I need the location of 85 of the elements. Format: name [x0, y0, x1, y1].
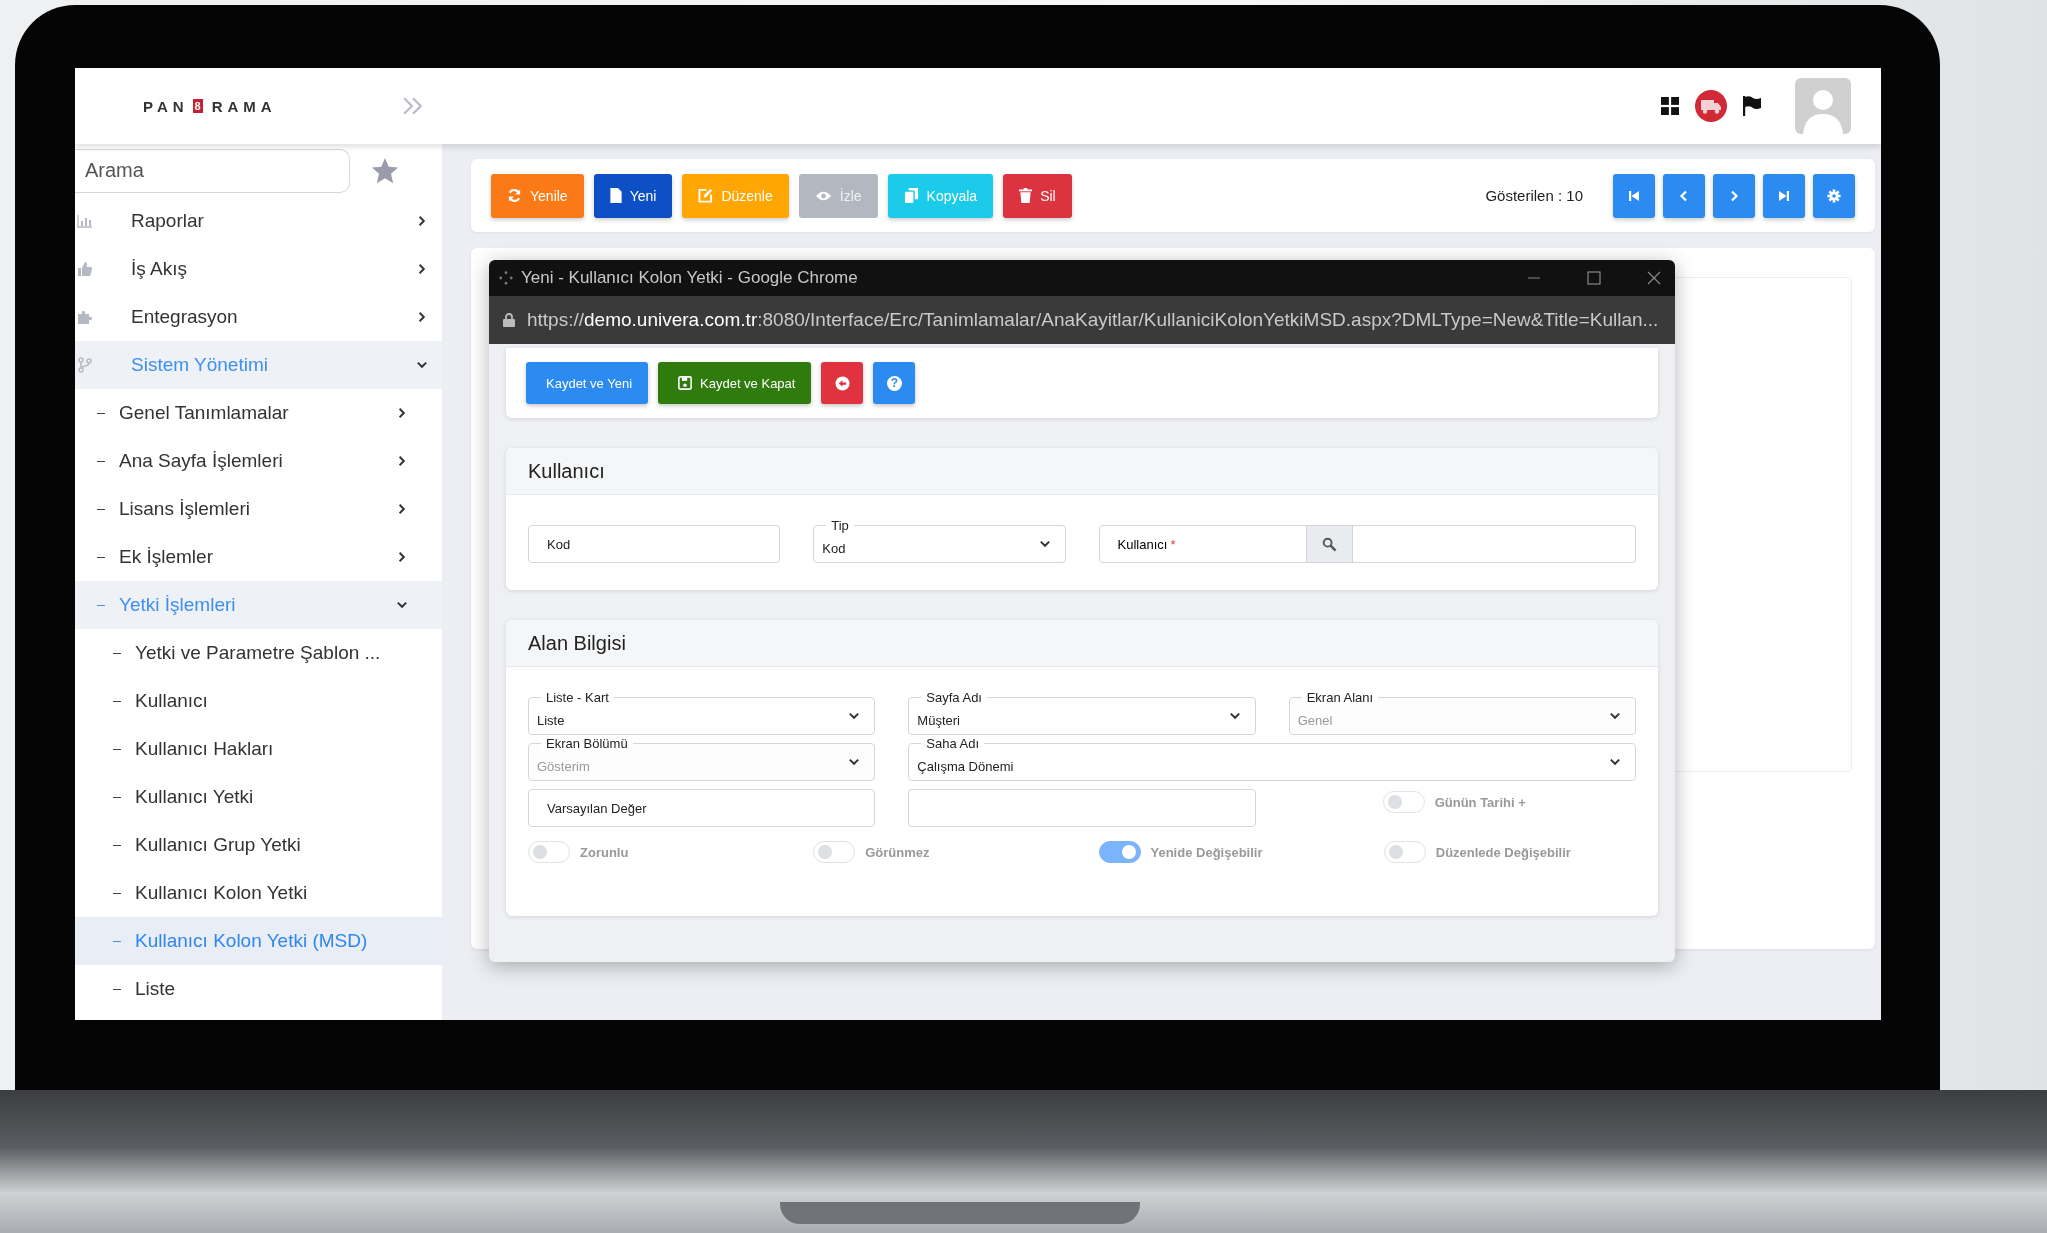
- sidebar-item[interactable]: Liste: [75, 965, 442, 1013]
- address-bar-url: https://demo.univera.com.tr:8080/Interface/Erc/Tanimlamalar/AnaKayitlar/KullaniciKolonYetkiMSD.aspx?DMLType=New&Title=Kullan...: [527, 309, 1659, 331]
- sidebar-item[interactable]: Kullanıcı Kolon Yetki: [75, 869, 442, 917]
- double-chevron-icon[interactable]: [402, 96, 424, 116]
- search-icon: [1321, 536, 1337, 552]
- search-button[interactable]: [1306, 525, 1353, 563]
- chevron-right-icon: [396, 551, 408, 563]
- sidebar-item[interactable]: Kullanıcı: [75, 677, 442, 725]
- record-count: Gösterilen : 10: [1485, 187, 1583, 204]
- chevron-right-icon: [416, 215, 428, 227]
- lock-icon: [503, 313, 515, 327]
- section-title: Kullanıcı: [528, 459, 605, 483]
- save-icon: [678, 376, 693, 390]
- sidebar-item[interactable]: Kullanıcı Hakları: [75, 725, 442, 773]
- logo-mark: 8: [192, 99, 203, 113]
- chevron-down-icon: [416, 359, 428, 371]
- chevron-right-icon: [396, 455, 408, 467]
- edit-icon: [698, 188, 714, 203]
- back-button[interactable]: [821, 362, 864, 404]
- sidebar-item[interactable]: Raporlar: [75, 197, 442, 245]
- chevron-down-icon: [396, 599, 408, 611]
- sidebar-item[interactable]: Genel Tanımlamalar: [75, 389, 442, 437]
- pager-button[interactable]: [1713, 173, 1755, 218]
- chevron-down-icon: [1038, 538, 1051, 550]
- sidebar-item[interactable]: İş Akış: [75, 245, 442, 293]
- sidebar-item[interactable]: Ana Sayfa İşlemleri: [75, 437, 442, 485]
- sidebar-item[interactable]: Yetki ve Parametre Şablon ...: [75, 629, 442, 677]
- sidebar-item[interactable]: Entegrasyon: [75, 293, 442, 341]
- flag-icon[interactable]: [1743, 96, 1761, 116]
- logo-text: PAN: [143, 97, 189, 115]
- eye-icon: [814, 189, 832, 202]
- sidebar-item[interactable]: Ek İşlemler: [75, 533, 442, 581]
- chevron-right-icon: [396, 407, 408, 419]
- settings-icon: [1827, 188, 1841, 203]
- bar-chart-icon: [77, 214, 93, 228]
- chevron-down-icon: [848, 756, 861, 768]
- sidebar-item[interactable]: Lisans İşlemleri: [75, 485, 442, 533]
- text-field[interactable]: [908, 789, 1256, 827]
- maximize-icon[interactable]: [1587, 271, 1601, 285]
- pager-button[interactable]: [1613, 173, 1655, 218]
- window-title: Yeni - Kullanıcı Kolon Yetki - Google Chrome: [521, 268, 858, 288]
- chevron-down-icon: [1228, 710, 1241, 722]
- spinner-icon: [499, 271, 513, 285]
- truck-icon[interactable]: [1695, 90, 1727, 122]
- close-icon[interactable]: [1647, 271, 1661, 285]
- text-field[interactable]: Varsayılan Değer: [528, 789, 876, 827]
- toggle-label: Düzenlede Değişebilir: [1435, 844, 1571, 860]
- toggle-label: Yenide Değişebilir: [1150, 844, 1263, 860]
- first-page-icon: [1628, 189, 1640, 202]
- toggle-label: Görünmez: [865, 844, 930, 860]
- branch-icon: [77, 357, 93, 373]
- trash-icon: [1019, 188, 1033, 203]
- toggle-label: Günün Tarihi +: [1434, 794, 1526, 810]
- lookup-field[interactable]: Kullanıcı *: [1098, 525, 1307, 563]
- pager-button[interactable]: [1763, 173, 1805, 218]
- text-field[interactable]: Kod: [528, 525, 781, 563]
- logo-text: RAMA: [211, 97, 277, 115]
- sidebar-item[interactable]: Kullanıcı Yetki: [75, 773, 442, 821]
- chevron-right-icon: [416, 263, 428, 275]
- chevron-left-icon: [1678, 189, 1690, 202]
- toolbar-button[interactable]: Yeni: [593, 173, 673, 218]
- chevron-right-icon: [396, 503, 408, 515]
- toggle-switch[interactable]: [1098, 841, 1141, 863]
- text-field[interactable]: [1352, 525, 1636, 563]
- chevron-down-icon: [848, 710, 861, 722]
- puzzle-icon: [77, 309, 93, 325]
- section-title: Alan Bilgisi: [528, 631, 626, 655]
- copy-icon: [903, 188, 919, 203]
- pager-button[interactable]: [1813, 173, 1855, 218]
- chevron-right-icon: [416, 311, 428, 323]
- search-field[interactable]: Arama: [75, 148, 350, 193]
- grid-icon[interactable]: [1661, 97, 1679, 115]
- save-button[interactable]: Kaydet ve Kapat: [658, 362, 812, 404]
- avatar-placeholder[interactable]: [1795, 78, 1851, 134]
- thumbs-up-icon: [77, 261, 93, 277]
- toolbar-button[interactable]: Sil: [1003, 173, 1072, 218]
- chevron-down-icon: [1609, 756, 1621, 768]
- refresh-icon: [507, 188, 522, 203]
- file-icon: [609, 188, 622, 203]
- last-page-icon: [1778, 189, 1790, 202]
- pager-button[interactable]: [1663, 173, 1705, 218]
- toggle-label: Zorunlu: [580, 844, 629, 860]
- chevron-right-icon: [1728, 189, 1740, 202]
- sidebar-item[interactable]: Kullanıcı Grup Yetki: [75, 821, 442, 869]
- chevron-down-icon: [1609, 710, 1621, 722]
